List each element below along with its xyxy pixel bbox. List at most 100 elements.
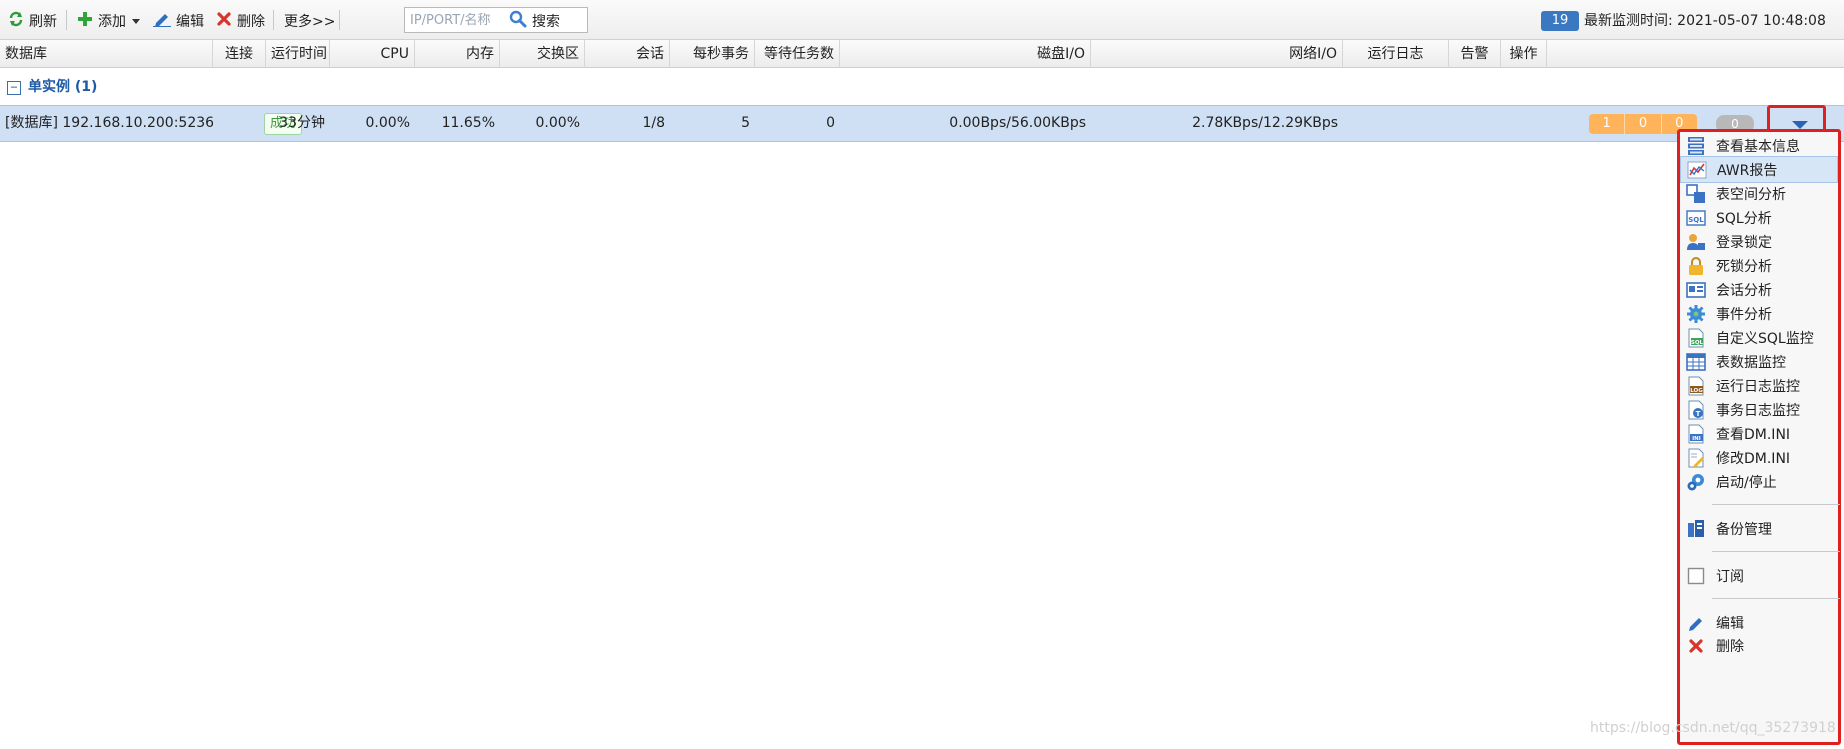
menu-item-tablespace-analysis[interactable]: 表空间分析 [1680, 180, 1838, 207]
column-header-cpu[interactable]: CPU [330, 40, 415, 68]
column-header-swap[interactable]: 交换区 [500, 40, 585, 68]
log-count-badge[interactable]: 0 [1625, 114, 1662, 134]
refresh-label: 刷新 [29, 14, 57, 30]
column-header-disk-io[interactable]: 磁盘I/O [840, 40, 1091, 68]
menu-divider [1712, 504, 1840, 505]
menu-item-view-dm-ini[interactable]: INI 查看DM.INI [1680, 420, 1838, 447]
delete-button[interactable]: 删除 [216, 9, 265, 33]
menu-item-edit-dm-ini[interactable]: 修改DM.INI [1680, 444, 1838, 471]
column-header-uptime[interactable]: 运行时间 [266, 40, 330, 68]
menu-item-label: 修改DM.INI [1716, 450, 1791, 467]
svg-text:T: T [1696, 410, 1701, 418]
column-header-memory[interactable]: 内存 [415, 40, 500, 68]
user-lock-icon [1685, 231, 1707, 253]
toolbar-divider [66, 10, 67, 30]
edit-file-icon [1685, 447, 1707, 469]
backup-book-icon [1685, 518, 1707, 540]
gear-icon [1685, 303, 1707, 325]
more-button[interactable]: 更多>> [284, 9, 335, 33]
menu-item-runtime-log-monitor[interactable]: LOG 运行日志监控 [1680, 372, 1838, 399]
refresh-button[interactable]: 刷新 [8, 9, 57, 33]
column-header-runtime-log[interactable]: 运行日志 [1343, 40, 1449, 68]
menu-item-transaction-log-monitor[interactable]: T 事务日志监控 [1680, 396, 1838, 423]
cell-swap: 0.00% [535, 115, 580, 131]
add-button[interactable]: 添加 [77, 9, 141, 33]
menu-item-subscribe[interactable]: 订阅 [1680, 562, 1838, 589]
checkbox-icon[interactable] [1685, 565, 1707, 587]
cell-waiting-tasks: 0 [826, 115, 835, 131]
menu-item-label: 死锁分析 [1716, 258, 1772, 275]
group-row[interactable]: − 单实例 (1) [0, 69, 1844, 104]
menu-item-backup-management[interactable]: 备份管理 [1680, 515, 1838, 542]
cell-database: [数据库] 192.168.10.200:5236 [5, 115, 213, 131]
svg-text:SQL: SQL [1688, 216, 1704, 224]
column-header-alarm[interactable]: 告警 [1449, 40, 1501, 68]
edit-button[interactable]: 编辑 [153, 9, 204, 33]
menu-item-table-data-monitor[interactable]: 表数据监控 [1680, 348, 1838, 375]
close-icon [216, 11, 232, 31]
close-icon [1685, 635, 1707, 657]
cell-session: 1/8 [642, 115, 665, 131]
cell-disk-io: 0.00Bps/56.00KBps [949, 115, 1086, 131]
menu-item-label: 查看DM.INI [1716, 426, 1791, 443]
cell-cpu: 0.00% [365, 115, 410, 131]
ini-file-icon: INI [1685, 423, 1707, 445]
refresh-icon [8, 11, 24, 31]
menu-divider [1712, 598, 1840, 599]
menu-item-label: SQL分析 [1716, 210, 1772, 227]
menu-item-label: 表空间分析 [1716, 186, 1786, 203]
chevron-down-icon[interactable] [131, 13, 141, 29]
cell-memory: 11.65% [441, 115, 495, 131]
table-grid-icon [1685, 351, 1707, 373]
search-input[interactable] [404, 7, 588, 33]
svg-text:INI: INI [1692, 436, 1701, 442]
column-header-session[interactable]: 会话 [585, 40, 670, 68]
column-header-connection[interactable]: 连接 [213, 40, 266, 68]
menu-item-deadlock-analysis[interactable]: 死锁分析 [1680, 252, 1838, 279]
pencil-icon [1685, 612, 1707, 634]
column-header-net-io[interactable]: 网络I/O [1091, 40, 1343, 68]
alert-count-badge[interactable]: 19 [1541, 11, 1579, 31]
group-label: 单实例 (1) [28, 79, 98, 95]
padlock-icon [1685, 255, 1707, 277]
table-row[interactable]: [数据库] 192.168.10.200:5236 成功 33分钟 0.00% … [0, 105, 1844, 142]
caret-down-icon [1792, 121, 1808, 129]
menu-item-sql-analysis[interactable]: SQL SQL分析 [1680, 204, 1838, 231]
log-icon: LOG [1685, 375, 1707, 397]
svg-text:LOG: LOG [1690, 388, 1703, 394]
start-stop-icon [1685, 471, 1707, 493]
collapse-toggle-icon[interactable]: − [7, 81, 21, 95]
column-header-database[interactable]: 数据库 [0, 40, 213, 68]
pencil-icon [153, 11, 171, 31]
info-list-icon [1685, 135, 1707, 157]
column-header-waiting-tasks[interactable]: 等待任务数 [755, 40, 840, 68]
search-icon [509, 10, 527, 32]
menu-item-login-lock[interactable]: 登录锁定 [1680, 228, 1838, 255]
menu-item-basic-info[interactable]: 查看基本信息 [1680, 132, 1838, 159]
session-card-icon [1685, 279, 1707, 301]
menu-item-delete[interactable]: 删除 [1680, 632, 1838, 659]
menu-item-custom-sql-monitor[interactable]: SQL 自定义SQL监控 [1680, 324, 1838, 351]
menu-item-label: 事务日志监控 [1716, 402, 1800, 419]
cell-tps: 5 [741, 115, 750, 131]
menu-item-label: 事件分析 [1716, 306, 1772, 323]
menu-item-label: 备份管理 [1716, 521, 1772, 538]
menu-item-awr-report[interactable]: AWR报告 [1680, 156, 1838, 183]
menu-item-label: 查看基本信息 [1716, 138, 1800, 155]
log-count-badge[interactable]: 1 [1589, 114, 1626, 134]
edit-label: 编辑 [176, 14, 204, 30]
more-label: 更多>> [284, 14, 336, 30]
menu-item-event-analysis[interactable]: 事件分析 [1680, 300, 1838, 327]
add-label: 添加 [98, 14, 126, 30]
menu-item-start-stop[interactable]: 启动/停止 [1680, 468, 1838, 495]
actions-menu: 查看基本信息 AWR报告 表空间分析 SQL SQL分析 登录锁定 死锁分析 会… [1677, 129, 1841, 745]
menu-item-session-analysis[interactable]: 会话分析 [1680, 276, 1838, 303]
menu-item-label: 运行日志监控 [1716, 378, 1800, 395]
search-button[interactable]: 搜索 [509, 9, 560, 33]
column-header-actions[interactable]: 操作 [1501, 40, 1547, 68]
menu-item-label: 启动/停止 [1716, 474, 1777, 491]
transaction-log-icon: T [1685, 399, 1707, 421]
tablespace-icon [1685, 183, 1707, 205]
column-header-tps[interactable]: 每秒事务 [670, 40, 755, 68]
menu-item-label: 登录锁定 [1716, 234, 1772, 251]
